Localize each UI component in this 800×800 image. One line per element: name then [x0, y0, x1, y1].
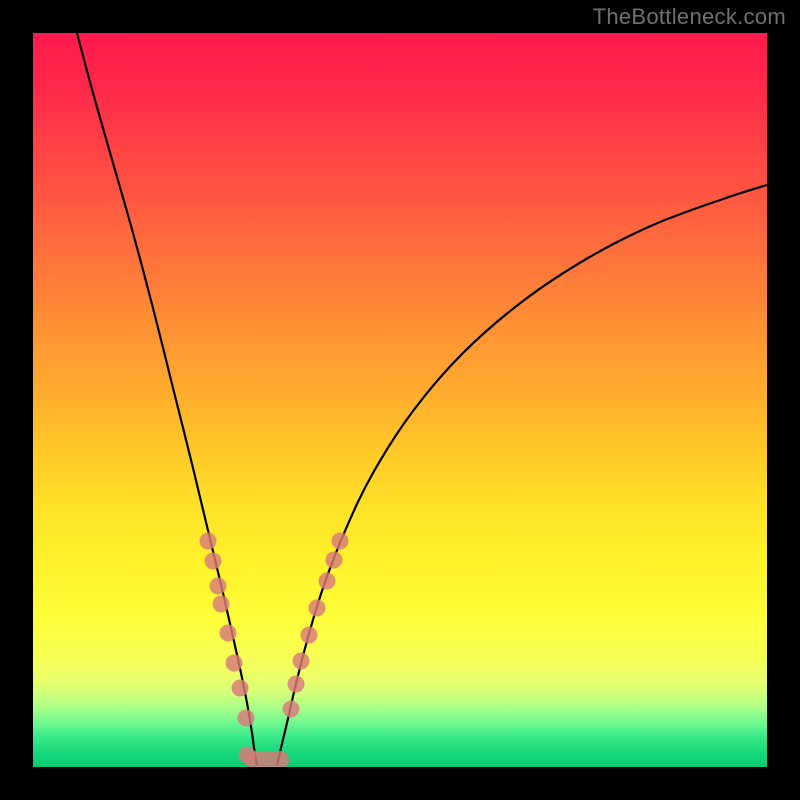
plot-area	[33, 33, 767, 767]
marker-left-7	[238, 710, 255, 727]
curve-left-branch	[77, 33, 257, 765]
curve-right-branch	[277, 185, 767, 765]
trough-pill	[245, 751, 289, 767]
marker-left-0	[200, 533, 217, 550]
marker-right-6	[326, 552, 343, 569]
chart-svg	[33, 33, 767, 767]
marker-right-2	[293, 653, 310, 670]
watermark-text: TheBottleneck.com	[593, 4, 786, 30]
marker-left-5	[226, 655, 243, 672]
marker-left-1	[205, 553, 222, 570]
marker-left-4	[220, 625, 237, 642]
chart-frame: TheBottleneck.com	[0, 0, 800, 800]
marker-left-3	[213, 596, 230, 613]
marker-left-2	[210, 578, 227, 595]
marker-right-4	[309, 600, 326, 617]
marker-right-1	[288, 676, 305, 693]
marker-right-5	[319, 573, 336, 590]
marker-right-0	[283, 701, 300, 718]
marker-left-6	[232, 680, 249, 697]
marker-right-3	[301, 627, 318, 644]
marker-right-7	[332, 533, 349, 550]
